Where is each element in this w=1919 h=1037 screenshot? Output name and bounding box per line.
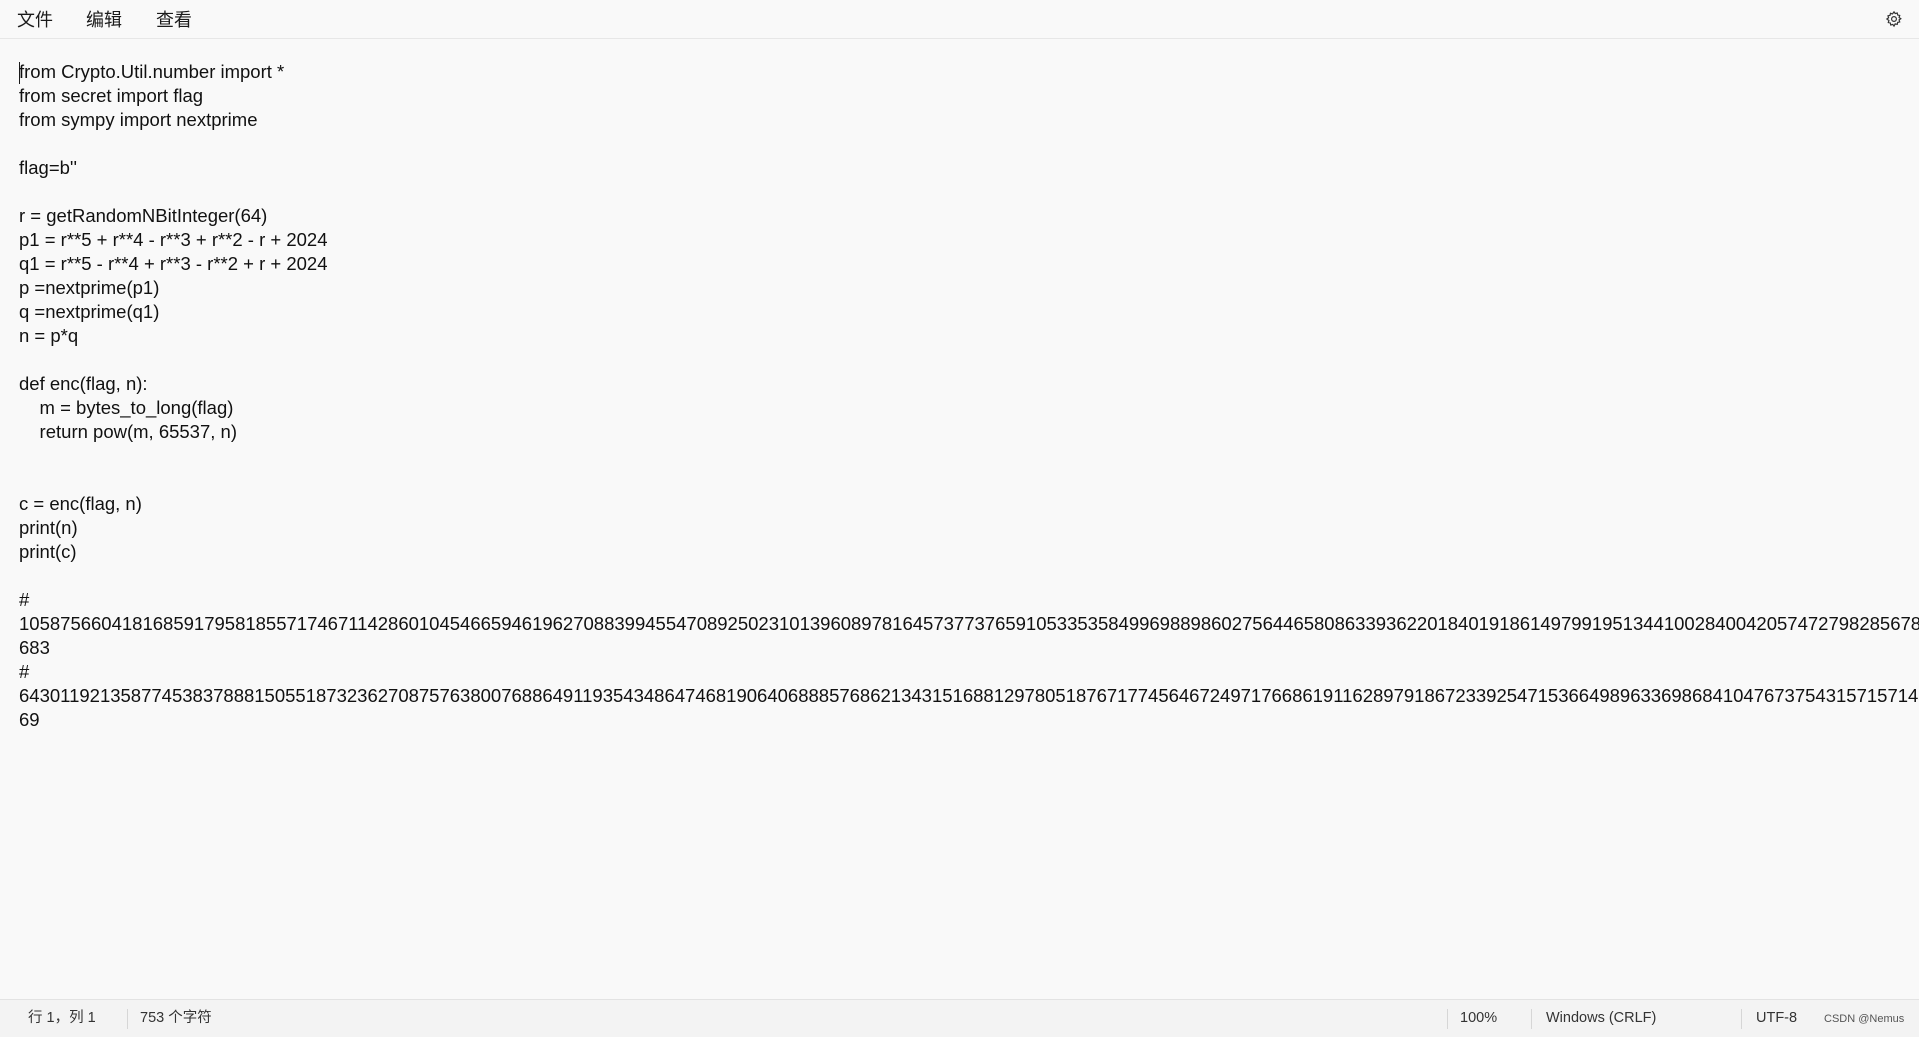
watermark: CSDN @Nemus <box>1824 1013 1905 1025</box>
menu-edit[interactable]: 编辑 <box>78 6 130 34</box>
zoom-level[interactable]: 100% <box>1460 1000 1497 1037</box>
status-divider <box>1447 1009 1448 1029</box>
line-ending[interactable]: Windows (CRLF) <box>1546 1000 1656 1037</box>
text-encoding[interactable]: UTF-8 <box>1756 1000 1797 1037</box>
character-count: 753 个字符 <box>140 1010 212 1026</box>
settings-button[interactable] <box>1879 4 1909 34</box>
gear-icon <box>1885 10 1902 28</box>
notepad-window: 文件 编辑 查看 from Crypto.Util.number import … <box>0 0 1919 1037</box>
status-divider <box>127 1009 128 1029</box>
menu-bar: 文件 编辑 查看 <box>0 0 1919 39</box>
editor-content[interactable]: from Crypto.Util.number import * from se… <box>19 60 1919 732</box>
menu-file[interactable]: 文件 <box>9 6 61 34</box>
menu-view[interactable]: 查看 <box>148 6 200 34</box>
cursor-position[interactable]: 行 1，列 1 <box>28 1000 96 1037</box>
text-editor[interactable]: from Crypto.Util.number import * from se… <box>0 40 1919 998</box>
status-bar: 行 1，列 1 753 个字符 100% Windows (CRLF) UTF-… <box>0 999 1919 1037</box>
status-divider <box>1531 1009 1532 1029</box>
status-divider <box>1741 1009 1742 1029</box>
